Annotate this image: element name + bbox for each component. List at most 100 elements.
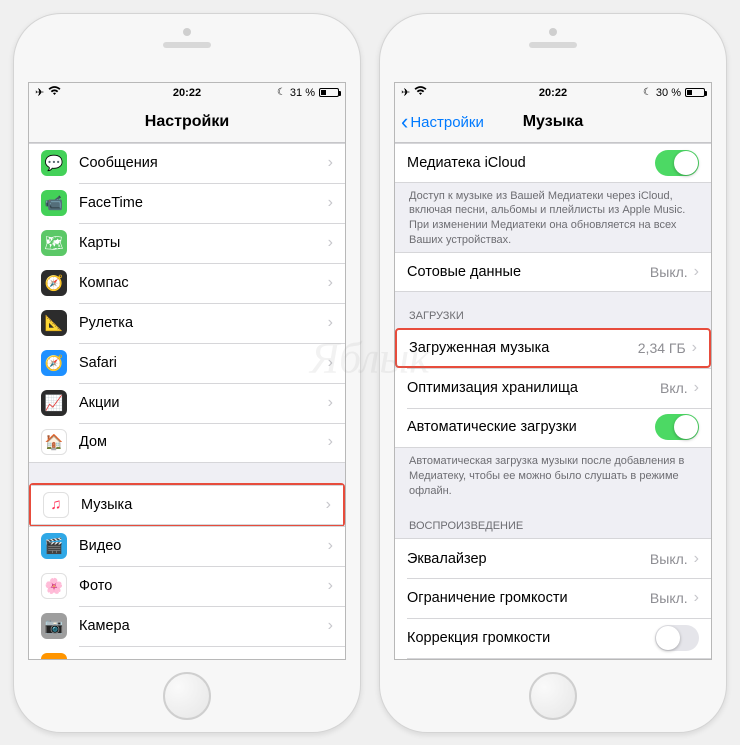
airplane-icon: ✈︎: [35, 86, 44, 99]
row-optimize[interactable]: Оптимизация хранилища Вкл. ›: [395, 368, 711, 408]
status-bar: ✈︎ 20:22 ☾ 31 %: [29, 83, 345, 103]
row-label: Музыка: [81, 497, 326, 513]
home-button[interactable]: [529, 672, 577, 720]
messages-icon: 💬: [41, 150, 67, 176]
chevron-right-icon: ›: [328, 577, 333, 595]
header-downloads: ЗАГРУЗКИ: [395, 292, 711, 328]
row-label: Сообщения: [79, 155, 328, 171]
row-value: Выкл.: [650, 551, 688, 567]
row-label: Карты: [79, 235, 328, 251]
maps-icon: 🗺: [41, 230, 67, 256]
switch-icloud[interactable]: [655, 150, 699, 176]
row-label: Safari: [79, 355, 328, 371]
battery-icon: [685, 88, 705, 97]
switch-sound-check[interactable]: [655, 625, 699, 651]
status-time: 20:22: [539, 87, 567, 99]
page-title: Настройки: [145, 113, 229, 131]
page-title: Музыка: [523, 113, 584, 131]
settings-row-facetime[interactable]: 📹FaceTime›: [29, 183, 345, 223]
row-label: Коррекция громкости: [407, 630, 655, 646]
back-button[interactable]: ‹ Настройки: [401, 103, 484, 142]
chevron-right-icon: ›: [328, 657, 333, 659]
navbar-right: ‹ Настройки Музыка: [395, 103, 711, 143]
chevron-right-icon: ›: [328, 234, 333, 252]
chevron-right-icon: ›: [328, 354, 333, 372]
music-icon: ♫: [43, 492, 69, 518]
books-icon: 📖: [41, 653, 67, 659]
row-label: Камера: [79, 618, 328, 634]
row-volume-limit[interactable]: Ограничение громкости Выкл. ›: [395, 578, 711, 618]
phone-left: ✈︎ 20:22 ☾ 31 % Настройки 💬Сообщения›📹Fa…: [13, 13, 361, 733]
chevron-right-icon: ›: [692, 339, 697, 357]
row-cellular[interactable]: Сотовые данные Выкл. ›: [395, 252, 711, 292]
settings-row-measure[interactable]: 📐Рулетка›: [29, 303, 345, 343]
settings-row-compass[interactable]: 🧭Компас›: [29, 263, 345, 303]
battery-pct: 31 %: [290, 87, 315, 99]
row-label: FaceTime: [79, 195, 328, 211]
navbar-left: Настройки: [29, 103, 345, 143]
row-label: Акции: [79, 395, 328, 411]
row-label: Оптимизация хранилища: [407, 380, 660, 396]
stocks-icon: 📈: [41, 390, 67, 416]
settings-row-messages[interactable]: 💬 Сообщения›: [29, 143, 345, 183]
footer-autodl: Автоматическая загрузка музыки после доб…: [395, 448, 711, 503]
settings-row-stocks[interactable]: 📈 Акции›: [29, 383, 345, 423]
row-label: Автоматические загрузки: [407, 419, 655, 435]
compass-icon: 🧭: [41, 270, 67, 296]
settings-row-safari[interactable]: 🧭 Safari›: [29, 343, 345, 383]
safari-icon: 🧭: [41, 350, 67, 376]
row-downloaded-music[interactable]: Загруженная музыка 2,34 ГБ ›: [395, 328, 711, 368]
row-label: Компас: [79, 275, 328, 291]
row-label: Загруженная музыка: [409, 340, 638, 356]
battery-icon: [319, 88, 339, 97]
settings-row-home[interactable]: 🏠Дом›: [29, 423, 345, 463]
row-label: Видео: [79, 538, 328, 554]
row-label: Фото: [79, 578, 328, 594]
row-value: Выкл.: [650, 264, 688, 280]
chevron-right-icon: ›: [328, 617, 333, 635]
camera-icon: 📷: [41, 613, 67, 639]
chevron-right-icon: ›: [328, 394, 333, 412]
home-button[interactable]: [163, 672, 211, 720]
row-label: Ограничение громкости: [407, 590, 650, 606]
chevron-right-icon: ›: [328, 154, 333, 172]
row-eq[interactable]: Эквалайзер Выкл. ›: [395, 538, 711, 578]
airplane-icon: ✈︎: [401, 86, 410, 99]
row-label: Эквалайзер: [407, 551, 650, 567]
settings-row-maps[interactable]: 🗺 Карты›: [29, 223, 345, 263]
row-value: 2,34 ГБ: [638, 340, 686, 356]
row-label: Книги: [79, 658, 328, 659]
chevron-right-icon: ›: [326, 496, 331, 514]
home-icon: 🏠: [41, 429, 67, 455]
video-icon: 🎬: [41, 533, 67, 559]
footer-icloud: Доступ к музыке из Вашей Медиатеки через…: [395, 183, 711, 252]
row-auto-downloads[interactable]: Автоматические загрузки: [395, 408, 711, 448]
chevron-right-icon: ›: [694, 550, 699, 568]
settings-row-video[interactable]: 🎬Видео›: [29, 526, 345, 566]
chevron-right-icon: ›: [694, 379, 699, 397]
row-icloud-library[interactable]: Медиатека iCloud: [395, 143, 711, 183]
back-label: Настройки: [410, 114, 484, 131]
status-bar: ✈︎ 20:22 ☾ 30 %: [395, 83, 711, 103]
row-value: Вкл.: [660, 380, 688, 396]
status-time: 20:22: [173, 87, 201, 99]
row-sound-check[interactable]: Коррекция громкости: [395, 618, 711, 658]
row-label: Дом: [79, 434, 328, 450]
chevron-left-icon: ‹: [401, 111, 408, 133]
switch-autodl[interactable]: [655, 414, 699, 440]
settings-row-camera[interactable]: 📷 Камера›: [29, 606, 345, 646]
header-playback: ВОСПРОИЗВЕДЕНИЕ: [395, 502, 711, 538]
settings-row-music[interactable]: ♫ Музыка ›: [31, 485, 343, 525]
phone-right: ✈︎ 20:22 ☾ 30 % ‹ Настройки Музыка: [379, 13, 727, 733]
row-label: Медиатека iCloud: [407, 155, 655, 171]
row-label: Сотовые данные: [407, 264, 650, 280]
photos-icon: 🌸: [41, 573, 67, 599]
chevron-right-icon: ›: [328, 194, 333, 212]
row-value: Выкл.: [650, 590, 688, 606]
dnd-icon: ☾: [643, 87, 652, 98]
settings-row-books[interactable]: 📖 Книги›: [29, 646, 345, 659]
chevron-right-icon: ›: [694, 589, 699, 607]
settings-row-photos[interactable]: 🌸 Фото›: [29, 566, 345, 606]
chevron-right-icon: ›: [328, 314, 333, 332]
row-label: Рулетка: [79, 315, 328, 331]
